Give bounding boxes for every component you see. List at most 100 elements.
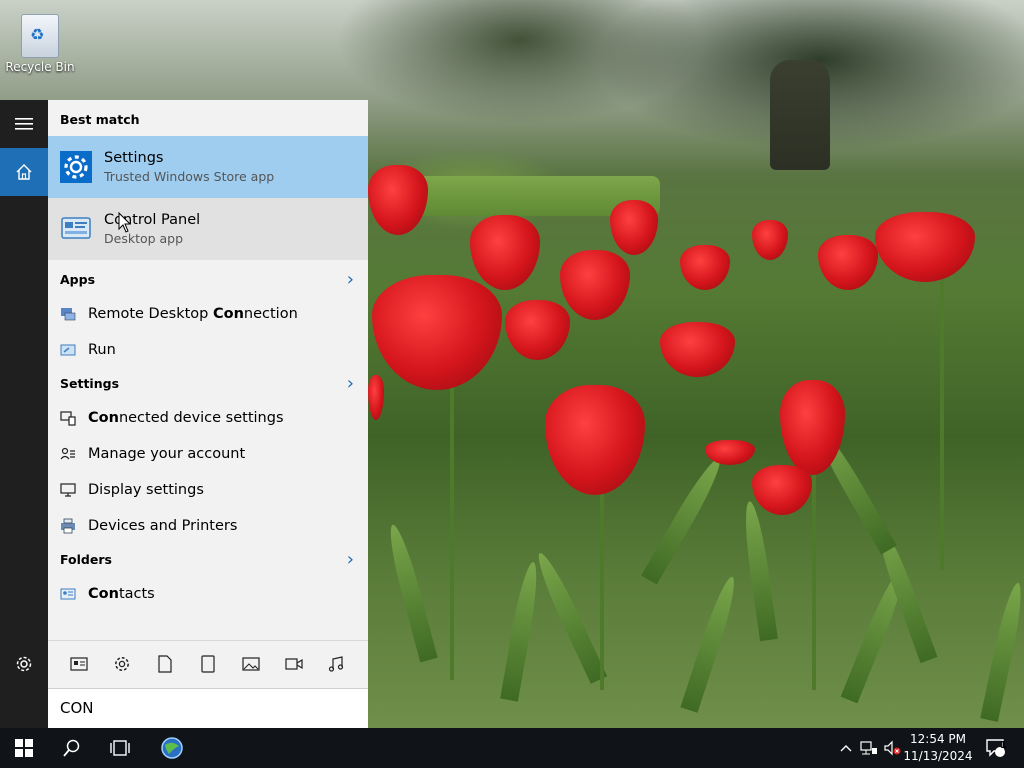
tulip — [818, 235, 878, 290]
recycle-bin-label: Recycle Bin — [5, 60, 75, 74]
music-filter-icon[interactable] — [326, 654, 346, 674]
chevron-right-icon[interactable]: › — [347, 368, 354, 400]
tablet-filter-icon[interactable] — [198, 654, 218, 674]
stem — [940, 270, 944, 570]
connected-devices-icon — [60, 410, 76, 426]
taskbar: 12:54 PM 11/13/2024 1 — [0, 728, 1024, 768]
leaf — [980, 581, 1024, 722]
result-manage-account[interactable]: Manage your account — [48, 436, 368, 472]
home-icon — [16, 164, 32, 180]
windows-logo-icon — [15, 739, 33, 757]
apps-heading-label: Apps — [60, 272, 96, 287]
photos-filter-icon[interactable] — [241, 654, 261, 674]
settings-heading[interactable]: Settings › — [48, 368, 368, 400]
hamburger-menu-button[interactable] — [0, 100, 48, 148]
tulip — [545, 385, 645, 495]
result-label: Connected device settings — [88, 410, 284, 426]
result-settings-app[interactable]: Settings Trusted Windows Store app — [48, 136, 368, 198]
result-control-panel[interactable]: Control Panel Desktop app — [48, 198, 368, 260]
recycle-bin-shortcut[interactable]: ♻ Recycle Bin — [4, 8, 76, 74]
result-connected-device-settings[interactable]: Connected device settings — [48, 400, 368, 436]
tulip — [560, 250, 630, 320]
tulip — [660, 322, 735, 377]
tulip — [470, 215, 540, 290]
folders-heading[interactable]: Folders › — [48, 544, 368, 576]
clock-time: 12:54 PM — [910, 732, 966, 746]
search-box[interactable] — [48, 688, 368, 728]
tulip — [610, 200, 658, 255]
result-label: Devices and Printers — [88, 518, 238, 534]
home-button[interactable] — [0, 148, 48, 196]
tulip — [505, 300, 570, 360]
folders-heading-label: Folders — [60, 552, 112, 567]
result-contacts-folder[interactable]: Contacts — [48, 576, 368, 612]
search-input[interactable] — [48, 689, 362, 727]
chevron-up-icon — [840, 745, 852, 752]
system-clock[interactable]: 12:54 PM 11/13/2024 — [900, 731, 976, 765]
printer-icon — [60, 518, 76, 534]
chevron-right-icon[interactable]: › — [347, 544, 354, 576]
stem — [600, 490, 604, 690]
result-label: Manage your account — [88, 446, 246, 462]
settings-heading-label: Settings — [60, 376, 120, 391]
stem — [450, 380, 454, 680]
best-match-heading: Best match — [60, 112, 140, 127]
leaf — [641, 454, 727, 585]
leaf — [531, 549, 608, 684]
app-filter-icon[interactable] — [69, 654, 89, 674]
tulip — [752, 220, 788, 260]
tulip — [752, 465, 812, 515]
leaf — [500, 560, 543, 702]
search-taskbar-button[interactable] — [48, 728, 96, 768]
task-view-button[interactable] — [96, 728, 144, 768]
start-button[interactable] — [0, 728, 48, 768]
show-hidden-icons-button[interactable] — [836, 728, 856, 768]
result-subtitle: Trusted Windows Store app — [104, 169, 275, 184]
result-label: Contacts — [88, 586, 155, 602]
result-display-settings[interactable]: Display settings — [48, 472, 368, 508]
search-filter-bar — [48, 640, 368, 686]
tulip — [875, 212, 975, 282]
result-run[interactable]: Run — [48, 332, 368, 368]
result-remote-desktop[interactable]: Remote Desktop Connection — [48, 296, 368, 332]
result-devices-printers[interactable]: Devices and Printers — [48, 508, 368, 544]
tulip — [680, 245, 730, 290]
settings-gear-icon — [60, 151, 92, 183]
start-menu-rail — [0, 100, 48, 728]
notification-count-badge: 1 — [1000, 740, 1007, 751]
leaf — [384, 522, 438, 663]
search-results-panel: Best match Settings Trusted Windows Stor… — [48, 100, 368, 728]
recycle-bin-icon: ♻ — [21, 14, 59, 58]
display-icon — [60, 482, 76, 498]
result-title: Settings — [104, 150, 164, 166]
control-panel-icon — [60, 213, 92, 245]
stem — [812, 470, 816, 690]
contacts-icon — [60, 586, 76, 602]
run-icon — [60, 342, 76, 358]
tulip — [368, 375, 384, 420]
settings-rail-button[interactable] — [0, 640, 48, 688]
network-tray-button[interactable] — [858, 728, 880, 768]
hamburger-menu-icon — [15, 118, 33, 130]
account-icon — [60, 446, 76, 462]
remote-desktop-icon — [60, 306, 76, 322]
task-view-icon — [110, 740, 130, 756]
result-label: Run — [88, 342, 116, 358]
taskbar-app-browser[interactable] — [148, 728, 196, 768]
action-center-button[interactable]: 1 — [978, 728, 1014, 768]
documents-filter-icon[interactable] — [155, 654, 175, 674]
search-icon — [63, 739, 80, 757]
network-icon — [860, 741, 877, 755]
apps-heading[interactable]: Apps › — [48, 260, 368, 296]
mouse-cursor-icon — [118, 212, 132, 233]
clock-date: 11/13/2024 — [903, 749, 973, 763]
result-label: Display settings — [88, 482, 204, 498]
leaf — [680, 574, 741, 713]
videos-filter-icon[interactable] — [284, 654, 304, 674]
leaf — [740, 500, 778, 642]
tulip — [368, 165, 428, 235]
gear-icon — [16, 656, 32, 672]
settings-filter-icon[interactable] — [112, 654, 132, 674]
tree-trunk — [770, 60, 830, 170]
chevron-right-icon[interactable]: › — [347, 260, 354, 300]
